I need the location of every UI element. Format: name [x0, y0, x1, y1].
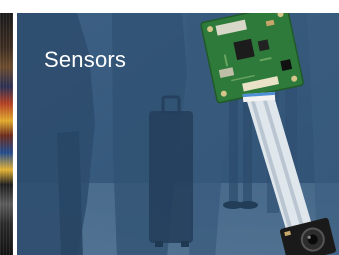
previous-category-tile[interactable]	[0, 13, 13, 255]
tile-title: Sensors	[44, 47, 127, 72]
sensors-category-tile[interactable]: Sensors	[17, 13, 339, 255]
category-carousel: Sensors	[0, 0, 339, 255]
